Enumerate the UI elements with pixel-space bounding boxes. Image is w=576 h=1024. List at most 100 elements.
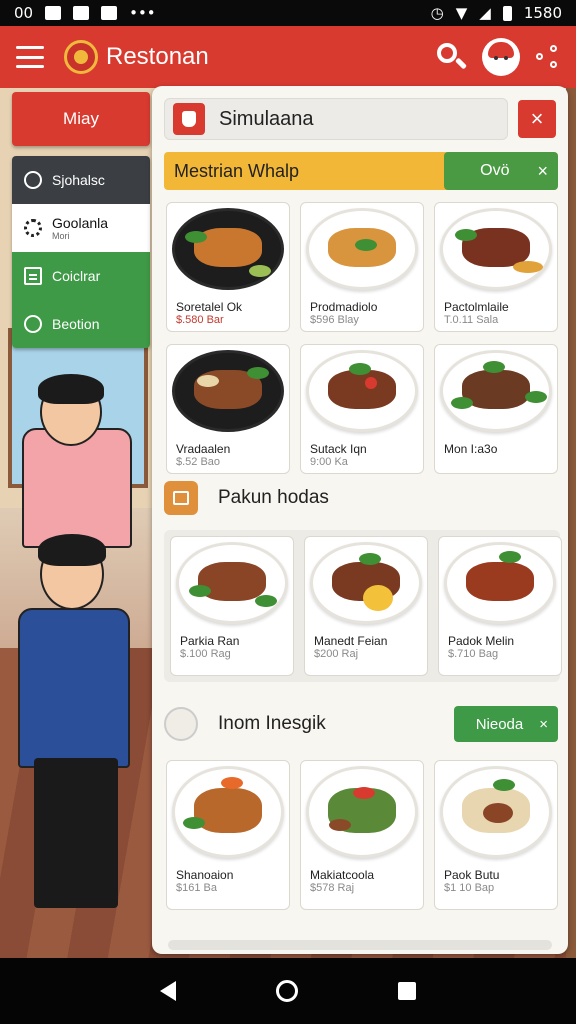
status-bar: 00 ••• ◷ ▼ ◢ 1580 [0,0,576,26]
dish-image [306,766,418,858]
drawer-item-2[interactable]: Goolanla Mori [12,204,150,252]
dish-card[interactable]: Manedt Feian $200 Raj [304,536,428,676]
salad-icon [164,707,198,741]
restaurant-icon [173,103,205,135]
drawer-item-3[interactable]: Coiclrar [12,252,150,300]
dish-grid: Soretalel Ok $.580 Bar Prodmadiolo $596 … [166,202,558,474]
dish-card[interactable]: Makiatcoola $578 Raj [300,760,424,910]
category-banner: Mestrian Whalp Ovö × [164,152,558,190]
dish-card[interactable]: Mon I:a3o [434,344,558,474]
recents-icon[interactable] [398,982,416,1000]
dish-name: Padok Melin [448,634,515,648]
dish-card[interactable]: Pactolmlaile T.0.11 Sala [434,202,558,332]
chip-label: Ovö [480,162,510,179]
logo-icon [64,40,98,74]
photo-icon [73,6,90,20]
app-title: Restonan [106,43,209,70]
home-icon[interactable] [276,980,298,1002]
menu-panel: Simulaana × Mestrian Whalp Ovö × Soretal… [152,86,568,954]
wifi-icon: ▼ [455,4,468,22]
dish-price: $.580 Bar [176,314,224,326]
menu-icon[interactable] [16,46,44,68]
dish-image [172,766,284,858]
share-icon[interactable] [536,45,560,69]
drawer-item-label: Coiclrar [52,268,101,284]
section-header: Inom Inesgik Nieoda × [164,704,558,744]
battery-icon [502,5,512,21]
dish-name: Prodmadiolo [310,300,378,314]
section-title: Inom Inesgik [218,713,326,734]
dish-price: $161 Ba [176,882,217,894]
dish-name: Manedt Feian [314,634,388,648]
avatar-icon[interactable] [482,38,520,76]
status-time: 1580 [523,4,562,22]
dish-name: Parkia Ran [180,634,240,648]
dish-name: Soretalel Ok [176,300,243,314]
dish-image [306,350,418,432]
list-icon [24,267,42,285]
refresh-icon [24,171,42,189]
dish-price: $.100 Rag [180,648,231,660]
dish-image [172,350,284,432]
dish-price: $596 Blay [310,314,359,326]
drawer-item-label: Sjohalsc [52,172,105,188]
dish-name: Pactolmlaile [444,300,509,314]
dish-card[interactable]: Parkia Ran $.100 Rag [170,536,294,676]
close-icon[interactable]: × [539,716,548,733]
dish-card[interactable]: Sutack Iqn 9:00 Ka [300,344,424,474]
bag-icon [164,481,198,515]
link-icon [24,315,42,333]
drawer-item-label: Beotion [52,316,100,332]
search-value: Simulaana [219,107,314,130]
dish-card[interactable]: Padok Melin $.710 Bag [438,536,562,676]
back-icon[interactable] [160,981,176,1001]
filter-chip[interactable]: Nieoda × [453,706,558,742]
dish-name: Makiatcoola [310,868,375,882]
dish-card[interactable]: Vradaalen $.52 Bao [166,344,290,474]
dish-card[interactable]: Paok Butu $1 10 Bap [434,760,558,910]
status-left-text: 00 [14,4,34,22]
section-title: Pakun hodas [218,487,329,508]
close-button[interactable]: × [518,100,556,138]
drawer-item-1[interactable]: Sjohalsc [12,156,150,204]
banner-title: Mestrian Whalp [174,160,300,181]
chip-label: Nieoda [475,715,524,733]
search-field[interactable]: Simulaana [164,98,508,140]
gear-icon [24,219,42,237]
scroll-indicator [168,940,552,950]
navigation-drawer: Miay Sjohalsc Goolanla Mori Coiclrar Beo… [12,92,150,348]
signal-icon: ◢ [479,4,491,22]
dish-price: 9:00 Ka [310,456,348,468]
section-header: Pakun hodas [164,478,558,518]
app-icon [101,6,118,20]
dish-image [310,542,422,624]
filter-chip[interactable]: Ovö × [444,152,558,190]
drawer-header-button[interactable]: Miay [12,92,150,146]
drawer-item-label: Goolanla [52,215,109,231]
search-icon[interactable] [434,41,468,73]
dish-card[interactable]: Shanoaion $161 Ba [166,760,290,910]
drawer-item-4[interactable]: Beotion [12,300,150,348]
alarm-icon: ◷ [430,4,444,22]
dish-grid: Parkia Ran $.100 Rag Manedt Feian $200 R… [164,530,562,682]
dish-price: $1 10 Bap [444,882,495,894]
dish-name: Vradaalen [176,442,231,456]
dish-price: T.0.11 Sala [444,314,499,326]
dish-image [440,766,552,858]
dish-card[interactable]: Soretalel Ok $.580 Bar [166,202,290,332]
dish-image [440,208,552,290]
dish-image [440,350,552,432]
dish-image [176,542,288,624]
close-icon[interactable]: × [537,161,548,182]
dish-card[interactable]: Prodmadiolo $596 Blay [300,202,424,332]
dish-price: $578 Raj [310,882,355,894]
dish-name: Shanoaion [176,868,234,882]
dish-price: $.52 Bao [176,456,221,468]
image-icon [45,6,62,20]
app-bar: Restonan [0,26,576,88]
dish-name: Paok Butu [444,868,500,882]
dish-name: Sutack Iqn [310,442,367,456]
system-nav-bar [0,958,576,1024]
dish-price: $.710 Bag [448,648,499,660]
dish-grid: Shanoaion $161 Ba Makiatcoola $578 Raj P… [166,760,558,910]
